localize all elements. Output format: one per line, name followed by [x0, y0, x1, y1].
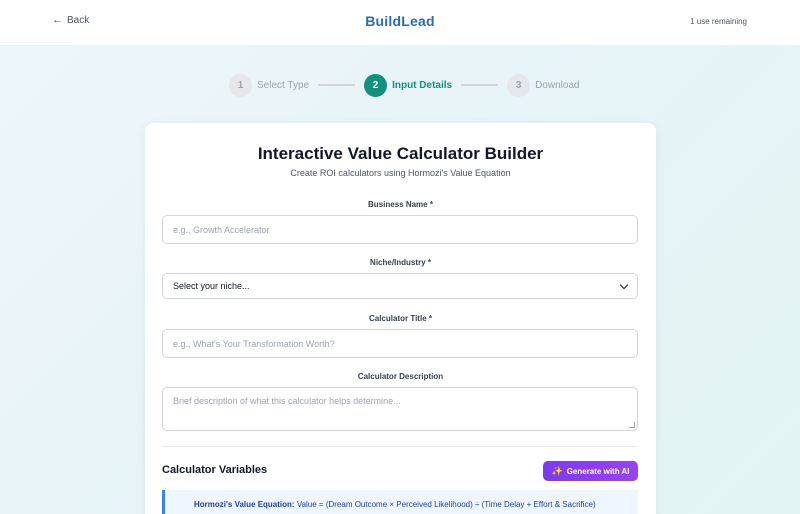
niche-select[interactable]: Select your niche... — [162, 273, 638, 299]
progress-stepper: 1 Select Type 2 Input Details 3 Download — [229, 73, 580, 97]
page-subtitle: Create ROI calculators using Hormozi's V… — [290, 168, 511, 178]
description-placeholder: Brief description of what this calculato… — [173, 396, 401, 406]
generate-with-ai-button[interactable]: ✨ Generate with AI — [543, 461, 638, 481]
niche-selected-value: Select your niche... — [173, 281, 250, 291]
description-textarea[interactable]: Brief description of what this calculato… — [162, 387, 638, 431]
section-divider — [162, 446, 638, 447]
uses-remaining-text: 1 use remaining — [690, 17, 747, 26]
step-connector — [318, 84, 356, 86]
sparkles-icon: ✨ — [551, 465, 563, 476]
equation-name: Hormozi's Value Equation: — [194, 500, 295, 509]
top-header: ← Back BuildLead 1 use remaining — [0, 0, 800, 46]
resize-handle-icon[interactable] — [629, 422, 635, 428]
step-2-circle: 2 — [364, 73, 388, 97]
business-name-label: Business Name * — [368, 200, 433, 209]
chevron-down-icon — [619, 280, 629, 289]
calculator-variables-heading: Calculator Variables — [162, 464, 268, 476]
business-name-input[interactable]: e.g., Growth Accelerator — [162, 215, 638, 244]
calculator-title-input[interactable]: e.g., What's Your Transformation Worth? — [162, 329, 638, 358]
calculator-title-placeholder: e.g., What's Your Transformation Worth? — [173, 338, 335, 349]
calculator-title-label: Calculator Title * — [369, 314, 432, 323]
value-equation-callout: Hormozi's Value Equation: Value = (Dream… — [162, 490, 638, 514]
step-1-circle: 1 — [229, 73, 252, 97]
step-connector — [461, 84, 499, 86]
niche-label: Niche/Industry * — [370, 258, 431, 267]
brand-logo[interactable]: BuildLead — [0, 13, 800, 29]
form-card: Interactive Value Calculator Builder Cre… — [145, 123, 656, 514]
step-2-label: Input Details — [392, 79, 453, 91]
description-label: Calculator Description — [357, 372, 444, 381]
step-3-label: Download — [535, 79, 580, 91]
step-1-label: Select Type — [257, 79, 310, 91]
business-name-placeholder: e.g., Growth Accelerator — [173, 224, 270, 235]
step-3-circle: 3 — [507, 73, 531, 97]
generate-with-ai-label: Generate with AI — [566, 466, 630, 476]
equation-text: Value = (Dream Outcome × Perceived Likel… — [296, 500, 596, 509]
page-title: Interactive Value Calculator Builder — [257, 144, 544, 163]
